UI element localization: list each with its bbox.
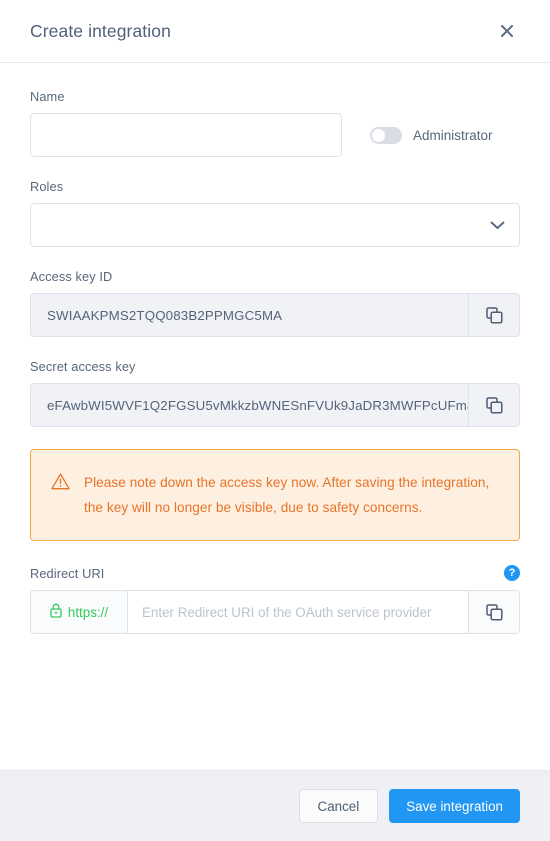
- secret-access-key-input-group: eFAwbWI5WVF1Q2FGSU5vMkkzbWNESnFVUk9JaDR3…: [30, 383, 520, 427]
- name-input[interactable]: [30, 113, 342, 157]
- dialog-footer: Cancel Save integration: [0, 770, 550, 841]
- roles-field-group: Roles: [30, 179, 520, 247]
- roles-select[interactable]: [30, 203, 520, 247]
- warning-triangle-icon: [51, 472, 70, 520]
- create-integration-dialog: Create integration Name Administrator Ro…: [0, 0, 550, 841]
- administrator-toggle-knob: [372, 128, 385, 142]
- dialog-body: Name Administrator Roles Access key ID S…: [0, 63, 550, 770]
- access-key-id-input-group: SWIAAKPMS2TQQ083B2PPMGC5MA: [30, 293, 520, 337]
- redirect-uri-input[interactable]: [128, 591, 468, 633]
- chevron-down-icon: [490, 221, 505, 230]
- access-key-id-group: Access key ID SWIAAKPMS2TQQ083B2PPMGC5MA: [30, 269, 520, 337]
- warning-message: Please note down the access key now. Aft…: [84, 475, 490, 515]
- close-icon[interactable]: [494, 18, 520, 44]
- cancel-button[interactable]: Cancel: [298, 789, 379, 823]
- administrator-toggle-track[interactable]: [370, 126, 402, 144]
- redirect-uri-scheme-text: https://: [67, 604, 109, 620]
- dialog-header: Create integration: [0, 0, 550, 63]
- copy-icon[interactable]: [468, 591, 519, 633]
- redirect-uri-group: Redirect URI ? https://: [30, 565, 520, 634]
- redirect-uri-label-row: Redirect URI ?: [30, 565, 520, 581]
- name-label: Name: [30, 89, 65, 104]
- name-field-group: Name Administrator: [30, 89, 520, 157]
- access-key-warning-banner: Please note down the access key now. Aft…: [30, 449, 520, 541]
- copy-icon[interactable]: [468, 384, 519, 426]
- administrator-toggle-label: Administrator: [413, 127, 493, 143]
- access-key-id-value[interactable]: SWIAAKPMS2TQQ083B2PPMGC5MA: [31, 294, 468, 336]
- save-integration-button[interactable]: Save integration: [389, 789, 520, 823]
- access-key-id-label: Access key ID: [30, 269, 113, 284]
- copy-icon[interactable]: [468, 294, 519, 336]
- secret-access-key-value[interactable]: eFAwbWI5WVF1Q2FGSU5vMkkzbWNESnFVUk9JaDR3…: [31, 384, 468, 426]
- lock-icon: [50, 603, 62, 621]
- secret-access-key-label: Secret access key: [30, 359, 136, 374]
- administrator-toggle[interactable]: Administrator: [370, 126, 493, 144]
- redirect-uri-label: Redirect URI: [30, 565, 105, 581]
- name-row: Administrator: [30, 113, 520, 157]
- redirect-uri-scheme-prefix: https://: [31, 591, 128, 633]
- secret-access-key-group: Secret access key eFAwbWI5WVF1Q2FGSU5vMk…: [30, 359, 520, 427]
- redirect-uri-input-group: https://: [30, 590, 520, 634]
- roles-label: Roles: [30, 179, 64, 194]
- help-circle-icon[interactable]: ?: [504, 565, 520, 581]
- dialog-title: Create integration: [30, 20, 171, 41]
